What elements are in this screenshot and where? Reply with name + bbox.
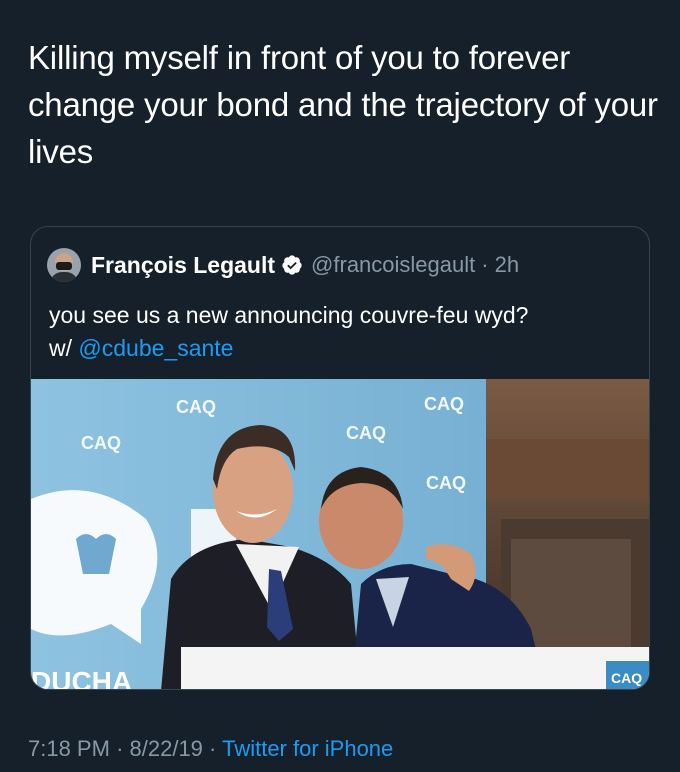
footer-separator-1: · — [116, 736, 124, 761]
avatar[interactable] — [47, 248, 81, 282]
verified-badge-icon — [282, 255, 302, 275]
tweet-source[interactable]: Twitter for iPhone — [222, 736, 393, 761]
tweet-screen: { "tweet": { "text": "Killing myself in … — [0, 0, 680, 772]
backdrop-logo-3: CAQ — [346, 423, 386, 443]
display-name[interactable]: François Legault — [91, 252, 275, 279]
tweet-date[interactable]: 8/22/19 — [130, 736, 203, 761]
backdrop-logo-2: CAQ — [81, 433, 121, 453]
quoted-tweet-card[interactable]: François Legault @francoislegault · 2h y… — [30, 226, 650, 690]
quoted-tweet-header: François Legault @francoislegault · 2h — [47, 247, 519, 283]
photo-illustration: CAQ CAQ CAQ CAQ CAQ DUCHA CAQ — [31, 379, 649, 690]
quoted-text-with: w/ — [49, 335, 72, 361]
backdrop-bottom-text: DUCHA — [31, 666, 132, 690]
backdrop-logo-4: CAQ — [424, 394, 464, 414]
quoted-text-main: you see us a new announcing couvre-feu w… — [49, 302, 529, 328]
quoted-tweet-text: you see us a new announcing couvre-feu w… — [49, 299, 639, 365]
podium-logo: CAQ — [611, 670, 642, 686]
tweet-text: Killing myself in front of you to foreve… — [28, 39, 658, 170]
footer-separator-2: · — [209, 736, 217, 761]
mention-link[interactable]: @cdube_sante — [78, 335, 233, 361]
tweet-photo[interactable]: CAQ CAQ CAQ CAQ CAQ DUCHA CAQ — [31, 379, 649, 690]
tweet-time[interactable]: 7:18 PM — [28, 736, 110, 761]
backdrop-logo-1: CAQ — [176, 397, 216, 417]
backdrop-logo-5: CAQ — [426, 473, 466, 493]
handle[interactable]: @francoislegault — [311, 252, 475, 278]
separator: · — [481, 252, 489, 277]
timestamp[interactable]: 2h — [495, 252, 519, 278]
tweet-footer: 7:18 PM · 8/22/19 · Twitter for iPhone — [28, 736, 393, 762]
